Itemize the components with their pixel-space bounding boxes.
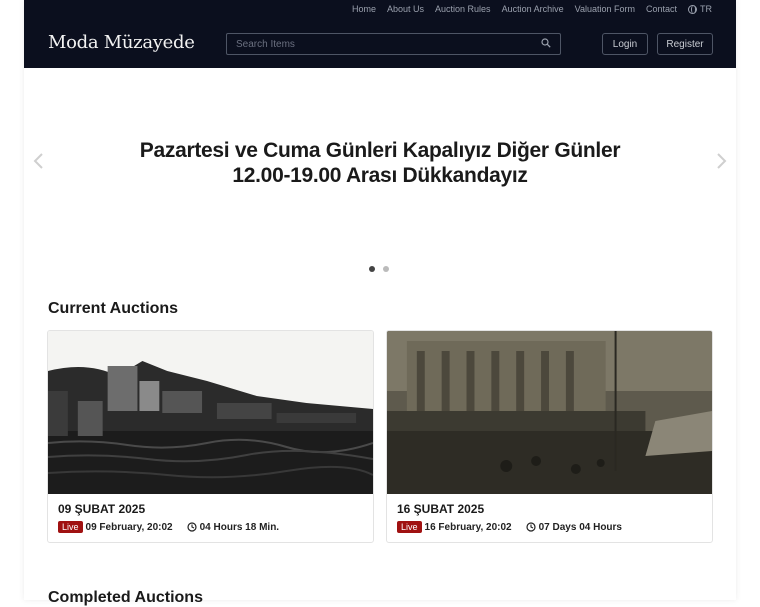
page: Home About Us Auction Rules Auction Arch… [24,0,736,606]
hero-carousel: Pazartesi ve Cuma Günleri Kapalıyız Diğe… [24,68,736,280]
auction-card[interactable]: 16 ŞUBAT 2025 Live 16 February, 20:02 07… [386,330,713,543]
carousel-indicators [369,266,389,272]
auction-meta: Live 09 February, 20:02 04 Hours 18 Min. [58,521,279,533]
header: Home About Us Auction Rules Auction Arch… [24,0,736,68]
auction-date: 09 February, 20:02 [85,521,173,533]
top-nav: Home About Us Auction Rules Auction Arch… [352,4,712,14]
language-switcher[interactable]: TR [688,4,712,14]
carousel-dot-1[interactable] [369,266,375,272]
nav-home[interactable]: Home [352,4,376,14]
carousel-dot-2[interactable] [383,266,389,272]
auction-image[interactable] [48,331,373,494]
logo[interactable]: Moda Müzayede [48,32,195,53]
search-input[interactable] [227,34,527,55]
language-label: TR [700,4,712,14]
current-auctions-heading: Current Auctions [48,300,179,317]
search-icon[interactable] [541,38,551,48]
chevron-right-icon[interactable] [714,152,728,170]
time-remaining: 04 Hours 18 Min. [199,521,280,533]
auction-date: 16 February, 20:02 [424,521,512,533]
nav-contact[interactable]: Contact [646,4,677,14]
live-badge: Live [58,521,83,533]
auction-title[interactable]: 09 ŞUBAT 2025 [58,502,145,516]
live-badge: Live [397,521,422,533]
search-box [226,33,561,55]
clock-icon [187,522,197,532]
register-button[interactable]: Register [657,33,713,55]
nav-about-us[interactable]: About Us [387,4,424,14]
login-button[interactable]: Login [602,33,648,55]
nav-auction-rules[interactable]: Auction Rules [435,4,491,14]
globe-icon [688,4,697,14]
nav-valuation-form[interactable]: Valuation Form [575,4,635,14]
chevron-left-icon[interactable] [32,152,46,170]
auction-meta: Live 16 February, 20:02 07 Days 04 Hours [397,521,622,533]
completed-auctions-heading: Completed Auctions [48,589,203,606]
auction-title[interactable]: 16 ŞUBAT 2025 [397,502,484,516]
hero-text: Pazartesi ve Cuma Günleri Kapalıyız Diğe… [139,139,621,187]
nav-auction-archive[interactable]: Auction Archive [502,4,564,14]
clock-icon [526,522,536,532]
auction-image[interactable] [387,331,712,494]
time-remaining: 07 Days 04 Hours [538,521,622,533]
auction-card[interactable]: 09 ŞUBAT 2025 Live 09 February, 20:02 04… [47,330,374,543]
